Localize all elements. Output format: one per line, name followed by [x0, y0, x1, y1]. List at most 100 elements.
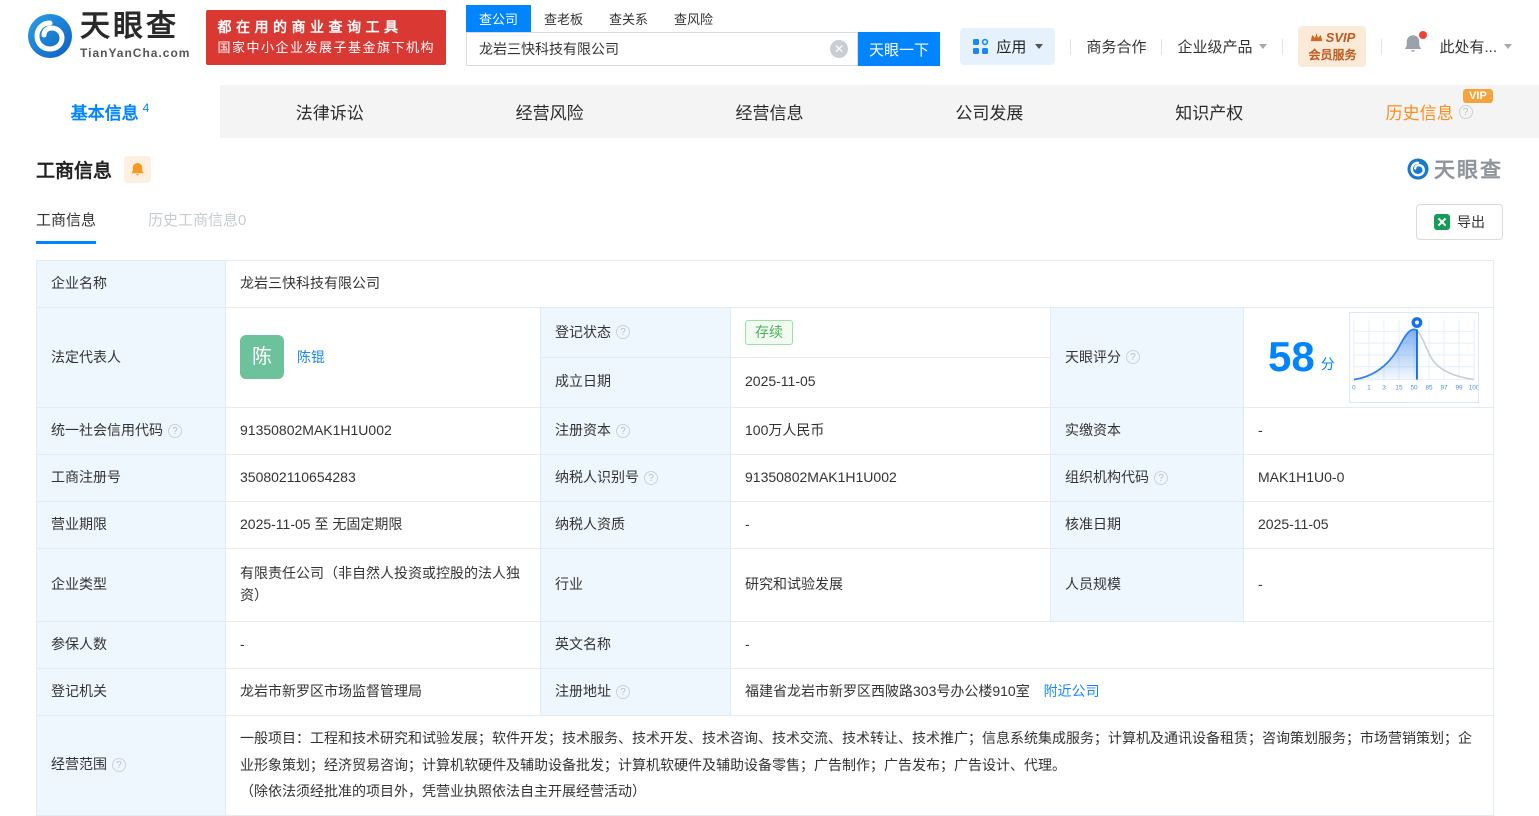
- divider: [1282, 38, 1284, 55]
- field-org-code-label: 组织机构代码?: [1050, 453, 1244, 502]
- svg-text:0: 0: [1352, 384, 1356, 391]
- score-distribution-chart: 0 1 3 15 50 85 97 99 100: [1348, 312, 1480, 403]
- field-paid-capital-value: -: [1242, 406, 1495, 455]
- help-icon[interactable]: ?: [1154, 470, 1168, 485]
- menu-business-cooperation[interactable]: 商务合作: [1086, 36, 1146, 57]
- field-paid-capital-label: 实缴资本: [1050, 406, 1244, 455]
- tab-operating-risk[interactable]: 经营风险: [440, 85, 660, 138]
- table-row: 登记机关 龙岩市新罗区市场监督管理局 注册地址? 福建省龙岩市新罗区西陂路303…: [36, 667, 1495, 716]
- help-icon[interactable]: ?: [616, 325, 630, 340]
- field-address-value: 福建省龙岩市新罗区西陂路303号办公楼910室 附近公司: [729, 667, 1495, 716]
- nearby-companies-link[interactable]: 附近公司: [1044, 683, 1100, 699]
- field-credit-code-value: 91350802MAK1H1U002: [225, 406, 541, 455]
- watermark-text: 天眼查: [1434, 159, 1503, 182]
- legal-rep-avatar[interactable]: 陈: [240, 335, 284, 380]
- svg-text:97: 97: [1440, 384, 1448, 391]
- search-tab-company[interactable]: 查公司: [466, 5, 532, 32]
- chevron-down-icon: [1035, 44, 1044, 49]
- slogan-line2: 国家中小企业发展子基金旗下机构: [217, 40, 435, 55]
- eye-logo-icon: [28, 14, 72, 58]
- excel-icon: [1434, 214, 1450, 230]
- tab-history-info[interactable]: VIP 历史信息 ?: [1319, 85, 1539, 138]
- tab-legal-label: 法律诉讼: [295, 104, 364, 123]
- field-industry-value: 研究和试验发展: [730, 547, 1051, 622]
- tab-risk-label: 经营风险: [515, 104, 584, 123]
- table-row: 参保人数 - 英文名称 -: [36, 620, 1495, 669]
- field-org-code-value: MAK1H1U0-0: [1242, 453, 1495, 502]
- tianyancha-logo[interactable]: 天眼查 TianYanCha.com: [27, 12, 190, 60]
- export-label: 导出: [1457, 214, 1485, 230]
- score-unit: 分: [1320, 355, 1335, 372]
- svg-text:99: 99: [1455, 384, 1463, 391]
- help-icon[interactable]: ?: [168, 423, 182, 438]
- field-company-name-value: 龙岩三快科技有限公司: [224, 260, 1495, 308]
- field-credit-code-label: 统一社会信用代码?: [36, 406, 226, 455]
- field-address-label: 注册地址?: [540, 667, 731, 716]
- notifications-button[interactable]: [1403, 31, 1428, 59]
- subtab-history-business-info[interactable]: 历史工商信息0: [148, 209, 246, 244]
- field-establish-date-value: 2025-11-05: [730, 356, 1051, 408]
- export-button[interactable]: 导出: [1416, 204, 1503, 240]
- menu-business-label: 商务合作: [1086, 39, 1147, 56]
- field-reg-capital-value: 100万人民币: [730, 406, 1051, 455]
- subtab-business-info[interactable]: 工商信息: [36, 209, 97, 244]
- search-button[interactable]: 天眼一下: [858, 32, 940, 66]
- clear-search-icon[interactable]: [830, 40, 848, 58]
- notification-dot: [1419, 31, 1428, 39]
- field-staff-scale-value: -: [1242, 547, 1495, 622]
- search-tab-boss[interactable]: 查老板: [531, 5, 596, 32]
- help-icon[interactable]: ?: [616, 684, 630, 699]
- score-marker-icon: [1411, 317, 1423, 328]
- tab-basic-info[interactable]: 基本信息 4: [0, 85, 220, 138]
- search-area: 查公司 查老板 查关系 查风险 天眼一下: [466, 5, 940, 66]
- apps-menu-label: 应用: [996, 39, 1027, 56]
- tab-operating-info[interactable]: 经营信息: [660, 85, 880, 138]
- field-approve-date-value: 2025-11-05: [1242, 500, 1495, 549]
- field-insured-num-value: -: [225, 620, 541, 669]
- help-icon[interactable]: ?: [616, 423, 630, 438]
- svg-text:3: 3: [1382, 384, 1386, 391]
- field-score-label: 天眼评分?: [1050, 307, 1244, 408]
- field-legal-rep-value: 陈 陈锟: [225, 307, 541, 408]
- tab-legal-proceedings[interactable]: 法律诉讼: [220, 85, 440, 138]
- field-scope-value: 一般项目：工程和技术研究和试验发展；软件开发；技术服务、技术开发、技术咨询、技术…: [224, 714, 1495, 816]
- tab-company-development[interactable]: 公司发展: [879, 85, 1099, 138]
- help-icon[interactable]: ?: [644, 470, 658, 485]
- brand-slogan: 都在用的商业查询工具 国家中小企业发展子基金旗下机构: [206, 10, 446, 65]
- field-taxpayer-quality-value: -: [730, 500, 1051, 549]
- search-input[interactable]: [466, 32, 858, 66]
- svip-member-button[interactable]: SVIP 会员服务: [1298, 26, 1367, 67]
- help-icon[interactable]: ?: [1458, 104, 1473, 119]
- search-tab-risk[interactable]: 查风险: [661, 5, 726, 32]
- field-reg-capital-label: 注册资本?: [540, 406, 731, 455]
- help-icon[interactable]: ?: [1126, 350, 1140, 365]
- field-term-label: 营业期限: [36, 500, 226, 549]
- menu-enterprise-products[interactable]: 企业级产品: [1177, 36, 1268, 57]
- field-reg-no-label: 工商注册号: [36, 453, 226, 502]
- subscribe-alert-button[interactable]: [124, 155, 152, 183]
- help-icon[interactable]: ?: [112, 758, 126, 773]
- svg-text:85: 85: [1425, 384, 1433, 391]
- field-taxpayer-quality-label: 纳税人资质: [540, 500, 731, 549]
- svg-text:15: 15: [1395, 384, 1403, 391]
- search-tab-relation[interactable]: 查关系: [596, 5, 661, 32]
- legal-rep-link[interactable]: 陈锟: [297, 347, 325, 369]
- logo-title: 天眼查: [80, 10, 179, 43]
- apps-menu-button[interactable]: 应用: [960, 28, 1056, 65]
- address-text: 福建省龙岩市新罗区西陂路303号办公楼910室: [745, 682, 1030, 699]
- tab-basic-info-label: 基本信息: [70, 104, 139, 123]
- tab-intellectual-property[interactable]: 知识产权: [1099, 85, 1319, 138]
- status-badge: 存续: [745, 319, 793, 346]
- svg-text:50: 50: [1410, 384, 1418, 391]
- field-taxpayer-no-label: 纳税人识别号?: [540, 453, 731, 502]
- divider: [1161, 38, 1163, 55]
- user-menu[interactable]: 此处有...: [1439, 36, 1512, 57]
- field-staff-scale-label: 人员规模: [1050, 547, 1244, 622]
- field-reg-org-label: 登记机关: [36, 667, 226, 716]
- field-industry-label: 行业: [540, 547, 731, 622]
- field-company-type-value: 有限责任公司（非自然人投资或控股的法人独资）: [225, 547, 541, 622]
- field-reg-org-value: 龙岩市新罗区市场监督管理局: [225, 667, 541, 716]
- alert-bell-icon: [131, 162, 144, 175]
- field-reg-no-value: 350802110654283: [225, 453, 541, 502]
- divider: [1070, 38, 1072, 55]
